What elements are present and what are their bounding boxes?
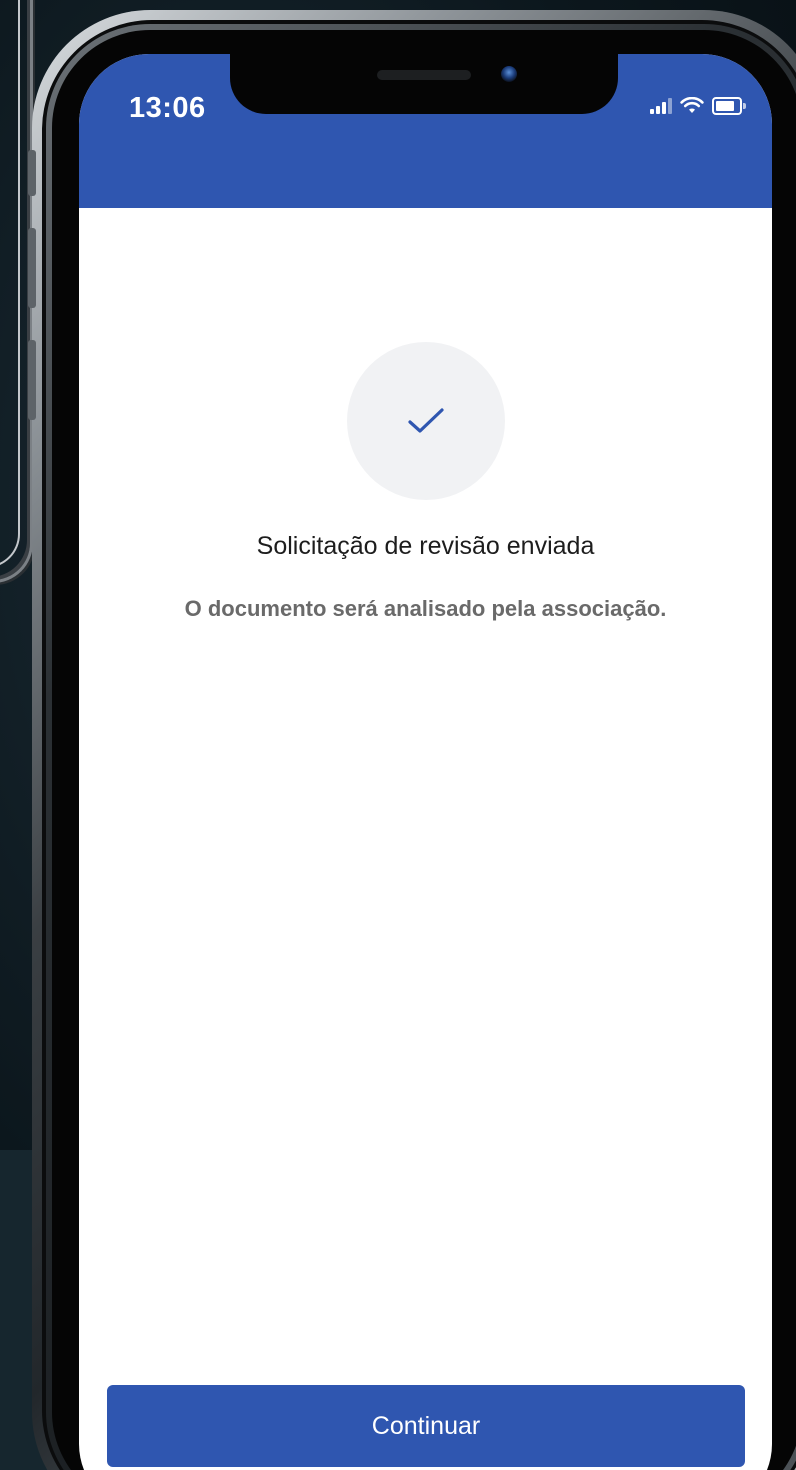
volume-down-button xyxy=(28,340,36,420)
mute-switch xyxy=(28,150,36,196)
phone-screen: 13:06 Solicitação de revisão enviada O d… xyxy=(79,54,772,1470)
success-badge xyxy=(347,342,505,500)
volume-up-button xyxy=(28,228,36,308)
confirmation-message: O documento será analisado pela associaç… xyxy=(184,596,667,621)
wifi-icon xyxy=(680,97,704,113)
background-device-edge xyxy=(0,0,20,568)
continue-button[interactable]: Continuar xyxy=(107,1385,745,1467)
notch xyxy=(230,54,618,114)
battery-icon xyxy=(712,97,746,115)
app-header: 13:06 xyxy=(79,54,772,208)
confirmation-title: Solicitação de revisão enviada xyxy=(256,532,595,560)
front-camera xyxy=(501,66,517,82)
checkmark-icon xyxy=(408,408,444,433)
speaker-grille xyxy=(377,70,471,80)
status-icons xyxy=(650,94,746,118)
signal-icon xyxy=(650,98,672,114)
status-time: 13:06 xyxy=(129,92,206,124)
device-mockup-stage: 13:06 Solicitação de revisão enviada O d… xyxy=(0,0,796,1470)
